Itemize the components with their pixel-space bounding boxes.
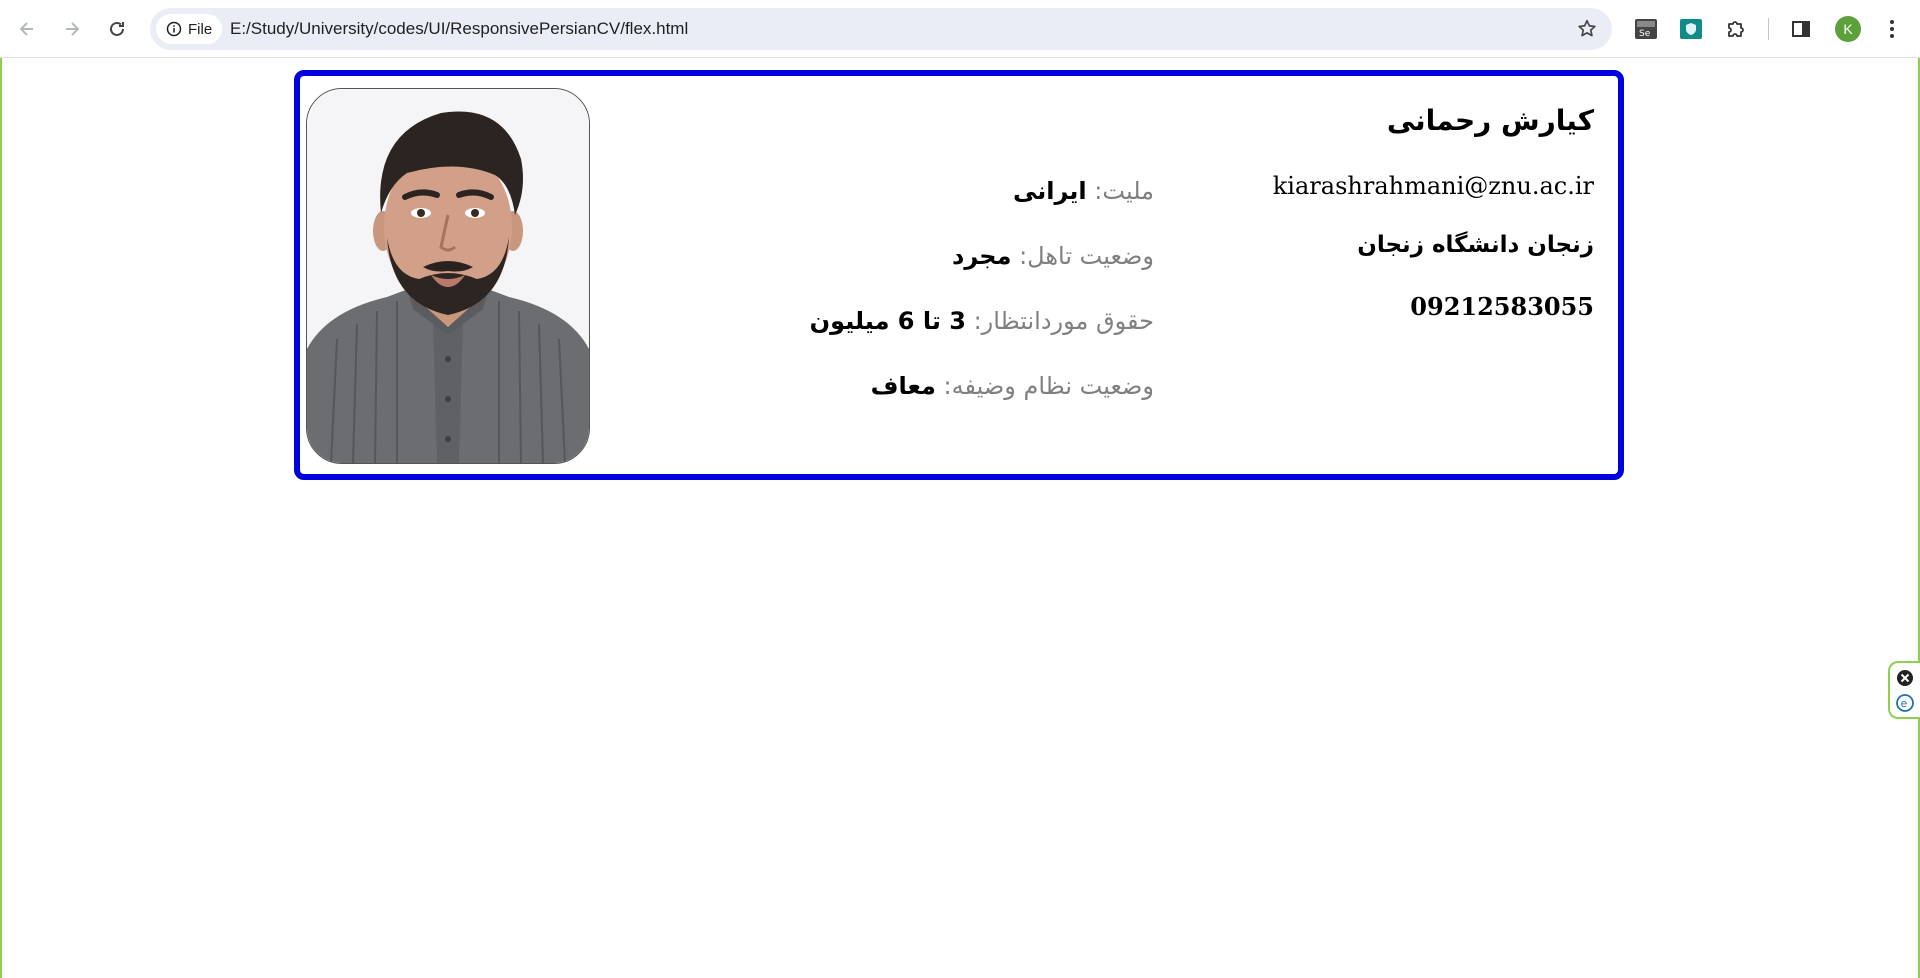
cv-phone: 09212583055 [1410,292,1594,321]
reload-icon [110,21,124,36]
reload-button[interactable] [99,11,135,47]
svg-text:e: e [1901,697,1908,710]
site-chip-label: File [188,20,213,38]
arrow-right-icon [66,22,80,36]
detail-label: وضعیت نظام وضیفه: [943,372,1154,400]
forward-button[interactable] [54,11,90,47]
site-info-chip[interactable]: File [156,14,223,44]
profile-avatar[interactable]: K [1835,16,1861,42]
side-panel-icon[interactable] [1786,14,1816,44]
detail-nationality: ملیت: ایرانی [1013,177,1154,205]
cv-address: زنجان دانشگاه زنجان [1357,232,1594,258]
extensions-puzzle-icon[interactable] [1721,14,1751,44]
address-bar[interactable]: File E:/Study/University/codes/UI/Respon… [150,8,1612,50]
portrait-image [307,89,589,463]
e-circle-icon[interactable]: e [1896,694,1914,712]
detail-military-service: وضعیت نظام وضیفه: معاف [871,372,1154,400]
shield-extension-icon[interactable] [1676,14,1706,44]
detail-label: وضعیت تاهل: [1019,242,1154,270]
info-icon [166,21,182,37]
back-button[interactable] [9,11,45,47]
toolbar-divider [1768,18,1769,40]
detail-label: حقوق موردانتظار: [973,307,1154,335]
floating-side-widget: e [1888,661,1920,719]
menu-kebab-icon[interactable] [1877,14,1907,44]
arrow-left-icon [19,22,33,36]
detail-marital-status: وضعیت تاهل: مجرد [952,242,1154,270]
selenium-extension-icon[interactable]: Se [1631,14,1661,44]
detail-value: ایرانی [1012,177,1087,205]
cv-email: kiarashrahmani@znu.ac.ir [1272,172,1594,200]
detail-expected-salary: حقوق موردانتظار: 3 تا 6 میلیون [810,307,1154,335]
detail-value: معاف [870,372,936,400]
detail-value: 3 تا 6 میلیون [809,307,966,335]
url-text[interactable]: E:/Study/University/codes/UI/ResponsiveP… [230,8,688,50]
svg-text:Se: Se [1639,29,1651,39]
close-circle-icon[interactable] [1896,669,1914,687]
cv-name: کیارش رحمانی [1386,104,1594,137]
profile-photo [306,88,590,464]
browser-toolbar: File E:/Study/University/codes/UI/Respon… [0,0,1920,58]
bookmark-star-icon[interactable] [1576,18,1598,40]
detail-label: ملیت: [1094,177,1154,205]
detail-value: مجرد [952,242,1012,270]
